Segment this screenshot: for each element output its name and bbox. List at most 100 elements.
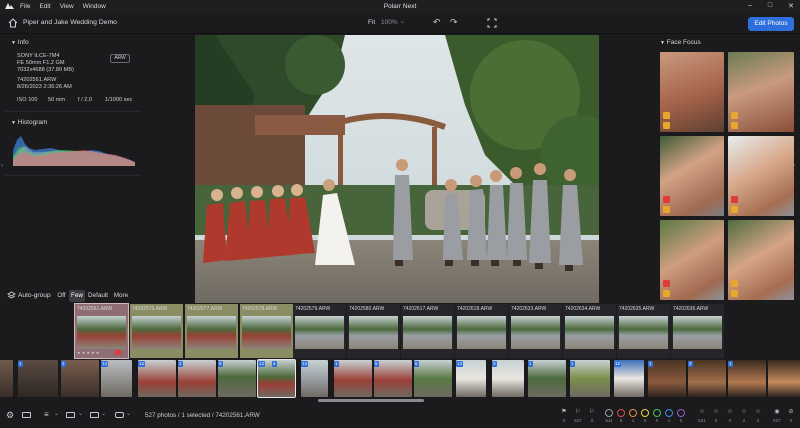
filmstrip-thumbnail[interactable]: 1: [648, 360, 686, 397]
flag-tag-icon[interactable]: [663, 290, 670, 297]
autogroup-few[interactable]: Few: [69, 290, 85, 302]
filmstrip-thumbnail[interactable]: 1: [18, 360, 58, 397]
thumbnail-74202577[interactable]: 74202577.ARW: [185, 304, 238, 358]
filmstrip-scrollbar[interactable]: [318, 399, 424, 402]
camera-icon[interactable]: [115, 412, 124, 418]
settings-icon[interactable]: ⚙: [6, 410, 14, 421]
thumbnail-74202617[interactable]: 74202617.ARW: [401, 304, 454, 358]
filmstrip-thumbnail[interactable]: 1: [728, 360, 766, 397]
home-icon[interactable]: [8, 18, 18, 28]
filmstrip-thumbnail[interactable]: 12 4: [257, 359, 296, 398]
reject-flag-icon[interactable]: ⚐: [587, 408, 597, 415]
filmstrip-thumbnail[interactable]: 12: [614, 360, 644, 397]
thumbnail-74202576[interactable]: 74202576.ARW: [130, 304, 183, 358]
flag-tag-icon[interactable]: [731, 280, 738, 287]
color-filter-blue-icon[interactable]: [665, 409, 673, 417]
filmstrip-thumbnail[interactable]: 1: [528, 360, 566, 397]
edit-photos-button[interactable]: Edit Photos: [748, 17, 794, 31]
chevron-down-icon[interactable]: ⌄: [101, 410, 106, 417]
color-filter-none-icon[interactable]: [605, 409, 613, 417]
flag-icon[interactable]: ⚑: [559, 408, 569, 415]
filmstrip-thumbnail[interactable]: [0, 360, 13, 397]
color-filter-orange-icon[interactable]: [629, 409, 637, 417]
filmstrip-thumbnail[interactable]: 12: [138, 360, 176, 397]
menu-edit[interactable]: Edit: [39, 3, 50, 10]
main-photo[interactable]: [195, 35, 599, 303]
color-filter-yellow-icon[interactable]: [641, 409, 649, 417]
info-section-header[interactable]: ▼ Info: [11, 39, 29, 46]
flag-tag-icon[interactable]: [663, 112, 670, 119]
filmstrip-thumbnail[interactable]: 1: [334, 360, 372, 397]
chevron-down-icon[interactable]: ⌄: [78, 410, 83, 417]
thumbnail-74202578[interactable]: 74202578.ARW: [240, 304, 293, 358]
zoom-level[interactable]: 100%: [381, 19, 398, 26]
face-thumbnail[interactable]: [728, 52, 794, 132]
thumbnail-74202580[interactable]: 74202580.ARW: [347, 304, 400, 358]
star-filter-4-icon[interactable]: ☆: [753, 408, 763, 415]
minimize-icon[interactable]: –: [748, 2, 752, 10]
flag-tag-icon[interactable]: [731, 122, 738, 129]
thumbnail-74202634[interactable]: 74202634.ARW: [563, 304, 616, 358]
color-filter-purple-icon[interactable]: [677, 409, 685, 417]
filmstrip-thumbnail[interactable]: 13: [456, 360, 486, 397]
filmstrip-thumbnail[interactable]: 5: [374, 360, 412, 397]
chevron-down-icon[interactable]: ⌄: [54, 410, 59, 417]
flag-tag-icon[interactable]: [731, 206, 738, 213]
flag-tag-icon[interactable]: [731, 290, 738, 297]
sort-icon[interactable]: ≡: [44, 410, 49, 419]
filmstrip-thumbnail[interactable]: 14: [101, 360, 132, 397]
chevron-down-icon[interactable]: ⌄: [126, 410, 131, 417]
undo-icon[interactable]: ↶: [433, 17, 441, 28]
album-title[interactable]: Piper and Jake Wedding Demo: [23, 19, 117, 26]
fullscreen-icon[interactable]: [487, 18, 497, 28]
face-thumbnail[interactable]: [660, 220, 724, 300]
color-filter-green-icon[interactable]: [653, 409, 661, 417]
redo-icon[interactable]: ↷: [450, 17, 458, 28]
filmstrip-thumbnail[interactable]: 2: [178, 360, 216, 397]
export-icon[interactable]: [90, 412, 99, 418]
menu-file[interactable]: File: [20, 3, 30, 10]
menu-view[interactable]: View: [60, 3, 74, 10]
star-filter-2-icon[interactable]: ☆: [725, 408, 735, 415]
thumbnail-74202579[interactable]: 74202579.ARW: [293, 304, 346, 358]
autogroup-default[interactable]: Default: [86, 290, 110, 302]
collapse-left-panel-icon[interactable]: ‹: [1, 163, 3, 169]
star-filter-3-icon[interactable]: ☆: [739, 408, 749, 415]
chevron-down-icon[interactable]: ⌄: [110, 18, 115, 25]
thumbnail-74202561[interactable]: 74202561.ARW ★ ★ ★ ★ ★: [74, 303, 129, 359]
face-focus-header[interactable]: ▼ Face Focus: [660, 39, 701, 46]
filmstrip-thumbnail[interactable]: 6: [414, 360, 452, 397]
keyboard-icon[interactable]: [22, 412, 31, 418]
filmstrip-thumbnail[interactable]: 1: [570, 360, 610, 397]
autogroup-off[interactable]: Off: [55, 290, 68, 302]
filmstrip-thumbnail[interactable]: 3: [492, 360, 524, 397]
face-thumbnail[interactable]: [728, 136, 794, 216]
hidden-icon[interactable]: ⊘: [786, 408, 796, 415]
flag-tag-icon[interactable]: [731, 196, 738, 203]
flag-tag-icon[interactable]: [663, 196, 670, 203]
star-filter-0-icon[interactable]: ☆: [697, 408, 707, 415]
face-thumbnail[interactable]: [660, 136, 724, 216]
filmstrip-thumbnail[interactable]: 1: [61, 360, 99, 397]
zoom-chevron-icon[interactable]: ⌄: [400, 18, 405, 25]
flag-tag-icon[interactable]: [731, 112, 738, 119]
filmstrip-thumbnail[interactable]: 8: [218, 360, 256, 397]
star-filter-1-icon[interactable]: ☆: [711, 408, 721, 415]
face-thumbnail[interactable]: [728, 220, 794, 300]
flag-tag-icon[interactable]: [663, 280, 670, 287]
histogram-section-header[interactable]: ▼ Histogram: [11, 119, 47, 126]
thumbnail-74202636[interactable]: 74202636.ARW: [671, 304, 724, 358]
thumbnail-74202618[interactable]: 74202618.ARW: [455, 304, 508, 358]
filmstrip-thumbnail[interactable]: 2: [688, 360, 726, 397]
autogroup-more[interactable]: More: [111, 290, 131, 302]
color-filter-red-icon[interactable]: [617, 409, 625, 417]
thumbnail-74202635[interactable]: 74202635.ARW: [617, 304, 670, 358]
fit-button[interactable]: Fit: [368, 19, 375, 26]
face-thumbnail[interactable]: [660, 52, 724, 132]
maximize-icon[interactable]: □: [768, 2, 772, 10]
folder-icon[interactable]: [66, 412, 75, 418]
thumbnail-74202633[interactable]: 74202633.ARW: [509, 304, 562, 358]
close-icon[interactable]: ✕: [788, 2, 794, 10]
unflagged-icon[interactable]: ⚐: [573, 408, 583, 415]
flag-tag-icon[interactable]: [663, 206, 670, 213]
